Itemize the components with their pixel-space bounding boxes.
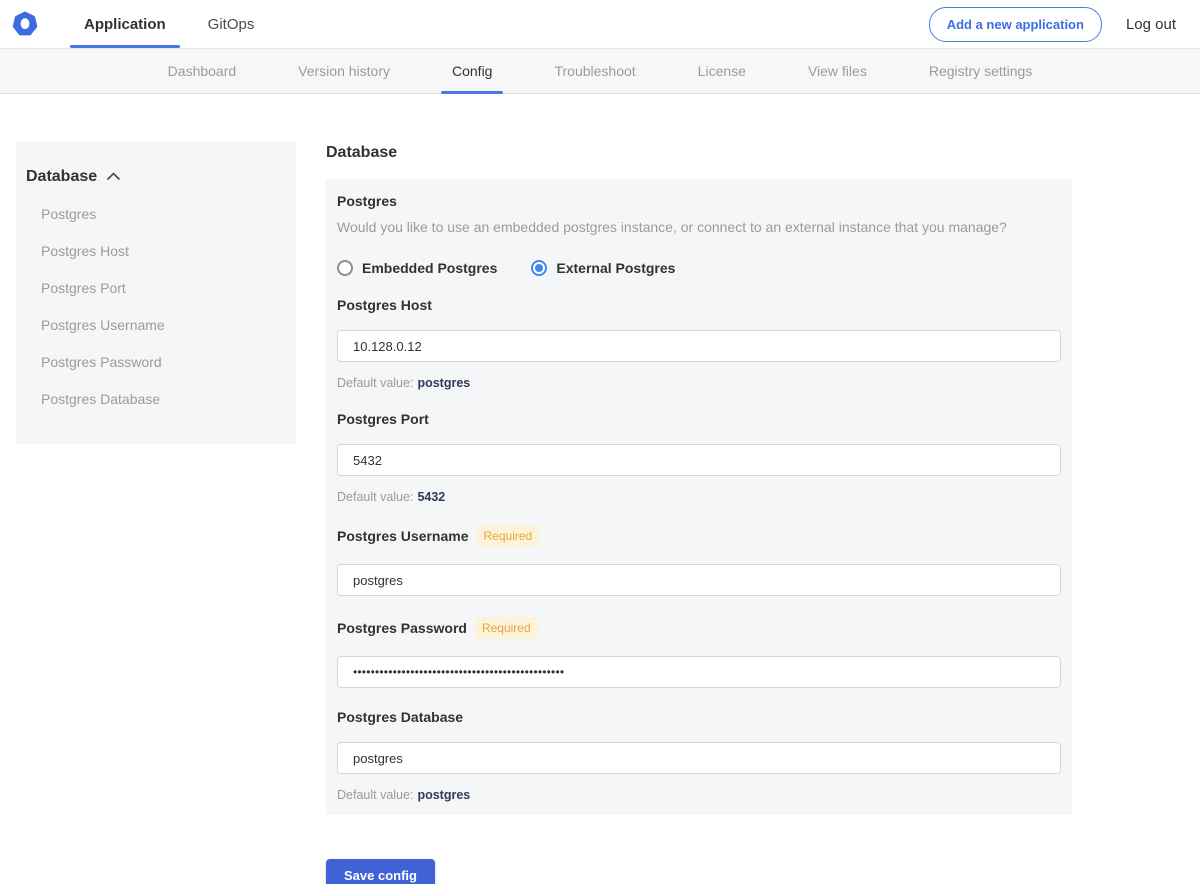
default-value-line: Default value: postgres [337, 376, 1061, 390]
sidebar-item-postgres-database[interactable]: Postgres Database [26, 381, 286, 418]
config-content: Database Postgres Postgres Host Postgres P… [0, 94, 1200, 884]
app-logo-icon [12, 11, 38, 37]
field-postgres-database: Postgres Database Default value:postgres [337, 709, 1061, 802]
save-config-button[interactable]: Save config [326, 859, 435, 884]
postgres-port-input[interactable] [337, 444, 1061, 476]
default-value-line: Default value: postgres [337, 788, 1061, 802]
subnav-tab-troubleshoot[interactable]: Troubleshoot [554, 49, 635, 93]
default-value-prefix: Default value: [337, 490, 414, 504]
subnav-tab-version-history[interactable]: Version history [298, 49, 390, 93]
postgres-database-input[interactable] [337, 742, 1061, 774]
default-value: postgres [417, 788, 471, 802]
top-tab-gitops[interactable]: GitOps [194, 0, 269, 48]
subnav-tabs: Dashboard Version history Config Troublesho… [168, 49, 1032, 94]
subnav-tab-license[interactable]: License [698, 49, 746, 93]
default-value: postgres [417, 376, 471, 390]
top-tab-application[interactable]: Application [70, 0, 180, 48]
field-label-row: Postgres Database [337, 709, 1061, 725]
chevron-up-icon [106, 168, 121, 186]
section-title: Database [326, 144, 398, 161]
field-postgres-host: Postgres Host Default value:postgres [337, 297, 1061, 390]
field-label-row: Postgres Password Required [337, 617, 1061, 639]
postgres-username-input[interactable] [337, 564, 1061, 596]
app-subnav: Dashboard Version history Config Troublesho… [0, 48, 1200, 94]
subnav-tab-view-files[interactable]: View files [808, 49, 867, 93]
radio-option-label: Embedded Postgres [362, 260, 498, 276]
radio-option-label: External Postgres [556, 260, 676, 276]
logout-link[interactable]: Log out [1126, 16, 1176, 33]
field-label-row: Postgres Host [337, 297, 1061, 313]
radio-selected-icon [531, 260, 548, 276]
sidebar-item-postgres-host[interactable]: Postgres Host [26, 233, 286, 270]
default-value-prefix: Default value: [337, 376, 414, 390]
field-label: Postgres Password [337, 620, 467, 636]
field-label: Postgres Port [337, 411, 429, 427]
sidebar-item-postgres-password[interactable]: Postgres Password [26, 344, 286, 381]
sidebar-item-postgres[interactable]: Postgres [26, 196, 286, 233]
field-label: Postgres Username [337, 528, 469, 544]
top-tabs: Application GitOps [70, 0, 282, 48]
sidebar-group-database[interactable]: Database [26, 164, 286, 196]
field-postgres: Postgres Would you like to use an embedde… [337, 193, 1061, 276]
radio-unselected-icon [337, 260, 353, 276]
default-value-prefix: Default value: [337, 788, 414, 802]
sidebar-group-title: Database [26, 168, 98, 185]
field-label-row: Postgres Username Required [337, 525, 1061, 547]
field-label-row: Postgres [337, 193, 1061, 209]
config-panel: Postgres Would you like to use an embedde… [326, 179, 1072, 815]
field-help-text: Would you like to use an embedded postgr… [337, 219, 1007, 235]
subnav-tab-registry-settings[interactable]: Registry settings [929, 49, 1032, 93]
field-postgres-username: Postgres Username Required [337, 525, 1061, 596]
default-value: 5432 [417, 490, 446, 504]
subnav-tab-dashboard[interactable]: Dashboard [168, 49, 237, 93]
radio-group: Embedded Postgres External Postgres [337, 260, 1061, 276]
required-badge: Required [476, 525, 540, 547]
sidebar-item-postgres-port[interactable]: Postgres Port [26, 270, 286, 307]
default-value-line: Default value: 5432 [337, 490, 1061, 504]
required-badge: Required [474, 617, 538, 639]
postgres-host-input[interactable] [337, 330, 1061, 362]
field-label: Postgres Host [337, 297, 432, 313]
config-sidebar: Database Postgres Postgres Host Postgres P… [16, 142, 296, 444]
field-postgres-port: Postgres Port Default value:5432 [337, 411, 1061, 504]
top-bar-actions: Add a new application Log out [928, 6, 1176, 42]
sidebar-item-postgres-username[interactable]: Postgres Username [26, 307, 286, 344]
config-main: Database Postgres Would you like to use a… [326, 142, 1072, 884]
radio-option-embedded-postgres[interactable]: Embedded Postgres [337, 260, 497, 276]
field-label-row: Postgres Port [337, 411, 1061, 427]
postgres-password-input[interactable] [337, 656, 1061, 688]
field-label: Postgres Database [337, 709, 464, 725]
sidebar-item-list: Postgres Postgres Host Postgres Port Postgr… [26, 196, 286, 418]
subnav-tab-config[interactable]: Config [440, 49, 505, 94]
field-label: Postgres [337, 193, 397, 209]
radio-option-external-postgres[interactable]: External Postgres [531, 260, 675, 276]
field-postgres-password: Postgres Password Required [337, 617, 1061, 688]
top-bar: Application GitOps Add a new application … [0, 0, 1200, 48]
add-new-application-button[interactable]: Add a new application [928, 6, 1102, 42]
